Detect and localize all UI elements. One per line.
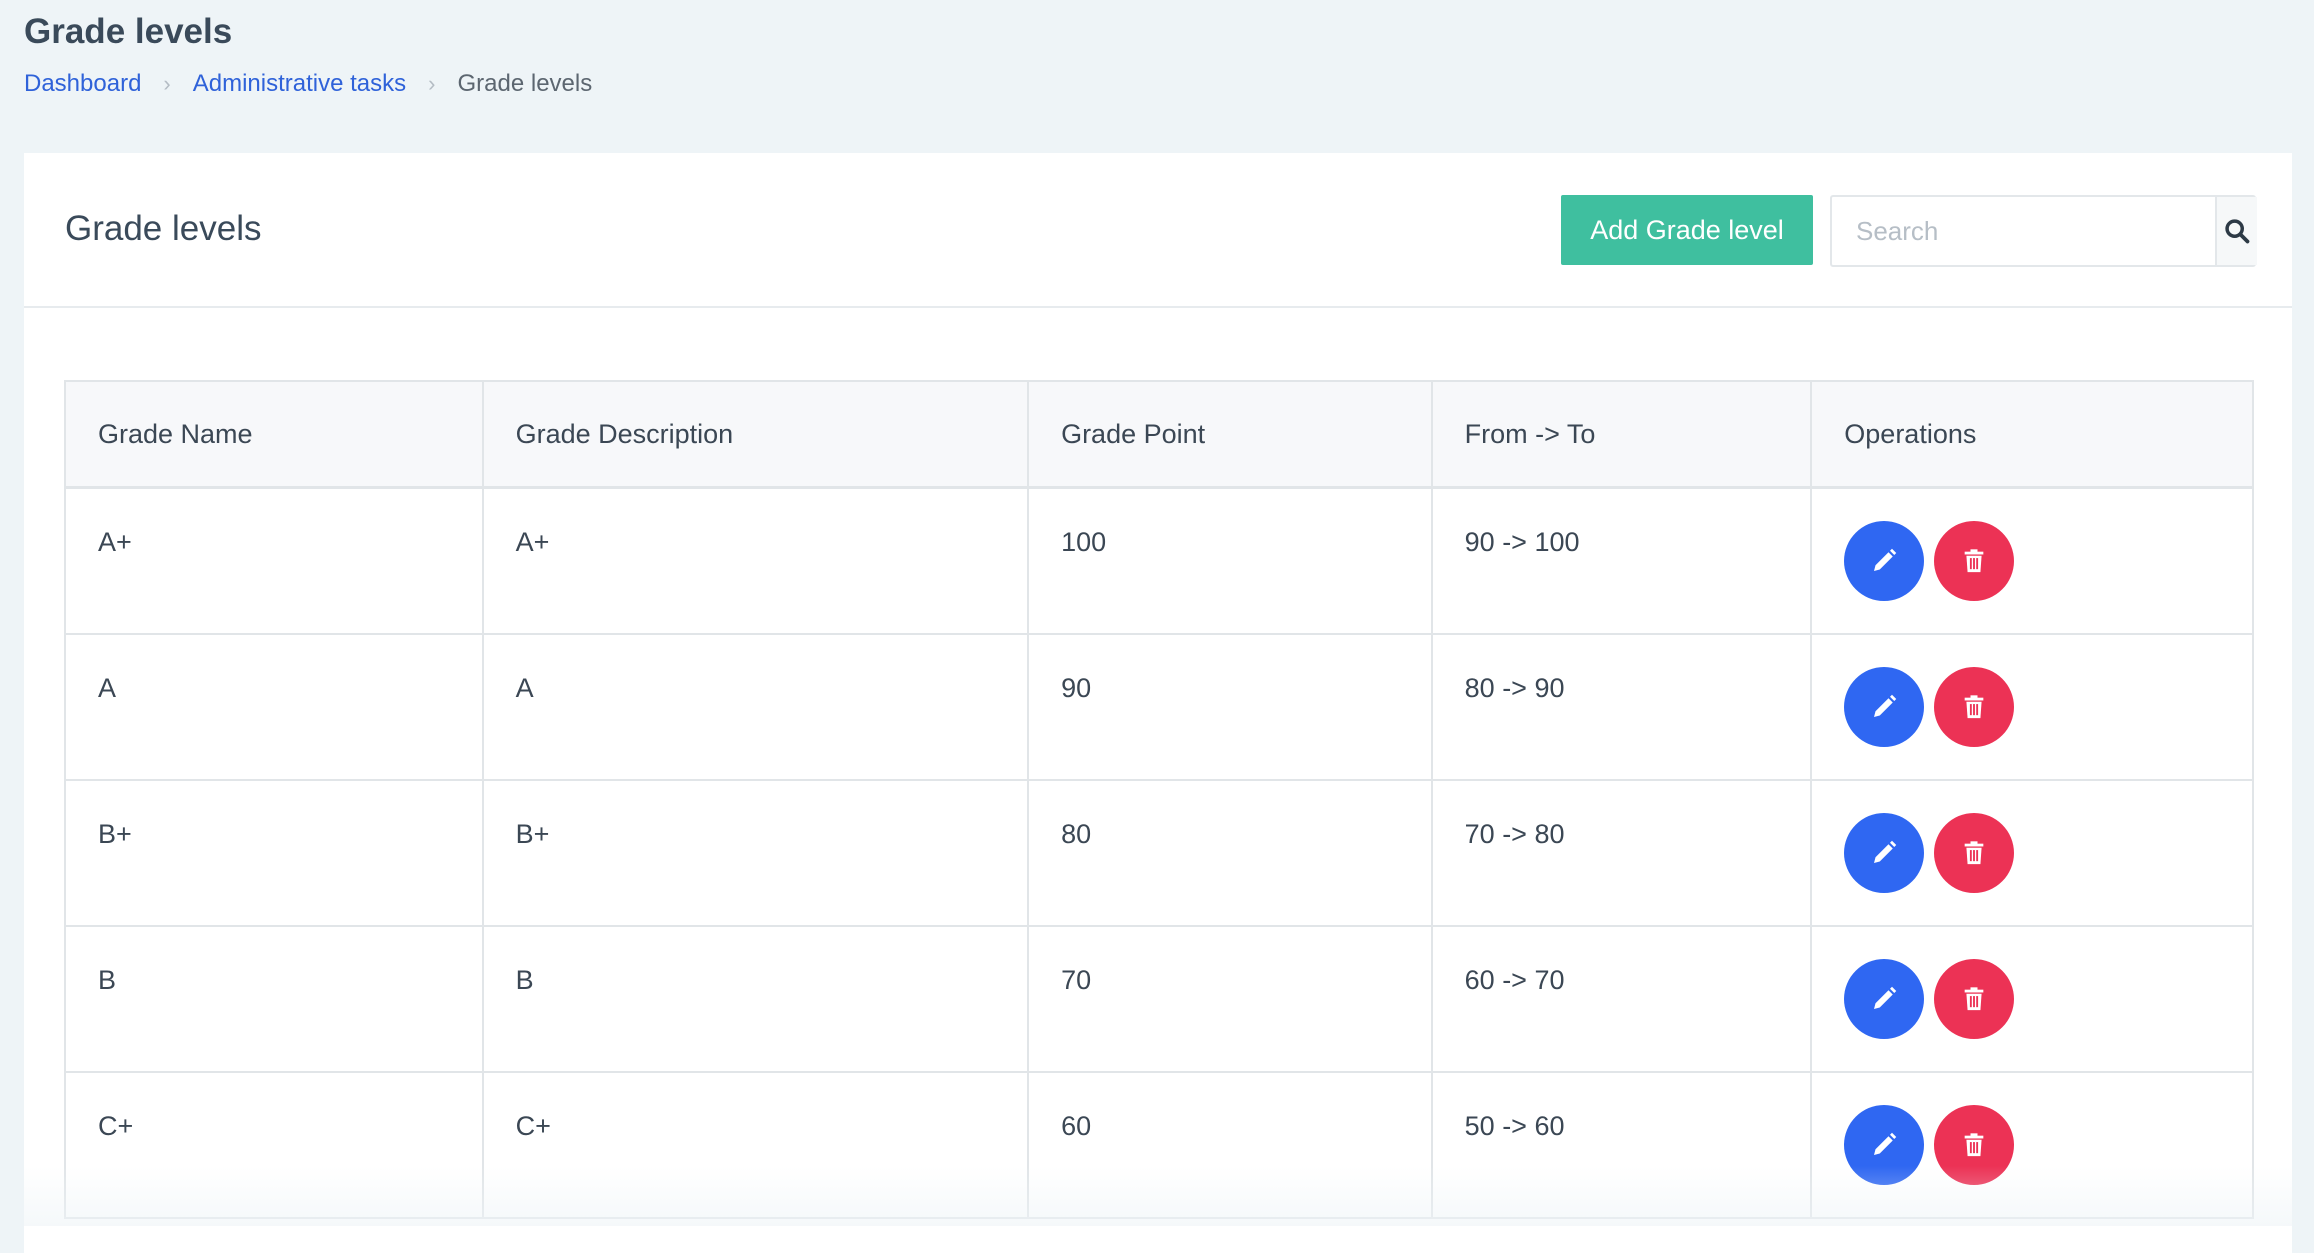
edit-button[interactable] bbox=[1844, 812, 1925, 893]
grade-point-cell: 100 bbox=[1027, 486, 1433, 635]
grade-name-cell: C+ bbox=[64, 1070, 484, 1219]
grade-point-cell: 60 bbox=[1027, 1070, 1433, 1219]
grade-name-cell: B+ bbox=[64, 778, 484, 927]
delete-button[interactable] bbox=[1934, 812, 2015, 893]
table-row: A+ A+ 100 90 -> 100 bbox=[64, 486, 2254, 635]
breadcrumb: Dashboard › Administrative tasks › Grade… bbox=[24, 70, 592, 98]
edit-button[interactable] bbox=[1844, 1104, 1925, 1185]
grade-description-cell: A bbox=[481, 632, 1030, 781]
grade-levels-card: Grade levels Add Grade level Grade Name … bbox=[24, 153, 2292, 1253]
column-header-grade-name[interactable]: Grade Name bbox=[64, 380, 484, 489]
operations-cell bbox=[1810, 924, 2254, 1073]
delete-button[interactable] bbox=[1934, 666, 2015, 747]
grade-description-cell: A+ bbox=[481, 486, 1030, 635]
table-row: C+ C+ 60 50 -> 60 bbox=[64, 1070, 2254, 1219]
grade-name-cell: A bbox=[64, 632, 484, 781]
pencil-icon bbox=[1874, 548, 1897, 571]
grade-range-cell: 80 -> 90 bbox=[1430, 632, 1813, 781]
chevron-right-icon: › bbox=[163, 71, 171, 96]
add-grade-level-button[interactable]: Add Grade level bbox=[1561, 195, 1813, 265]
edit-button[interactable] bbox=[1844, 521, 1925, 601]
edit-button[interactable] bbox=[1844, 666, 1925, 747]
trash-icon bbox=[1964, 694, 1984, 718]
delete-button[interactable] bbox=[1934, 1104, 2015, 1185]
trash-icon bbox=[1964, 986, 1984, 1010]
grade-range-cell: 50 -> 60 bbox=[1430, 1070, 1813, 1219]
breadcrumb-administrative-tasks[interactable]: Administrative tasks bbox=[193, 70, 406, 98]
trash-icon bbox=[1964, 840, 1984, 864]
grade-description-cell: C+ bbox=[481, 1070, 1030, 1219]
trash-icon bbox=[1964, 1132, 1984, 1156]
table-row: B B 70 60 -> 70 bbox=[64, 924, 2254, 1073]
chevron-right-icon: › bbox=[428, 71, 436, 96]
grade-point-cell: 80 bbox=[1027, 778, 1433, 927]
grade-name-cell: B bbox=[64, 924, 484, 1073]
operations-cell bbox=[1810, 778, 2254, 927]
column-header-grade-description[interactable]: Grade Description bbox=[481, 380, 1030, 489]
search-input[interactable] bbox=[1832, 197, 2215, 265]
grade-description-cell: B bbox=[481, 924, 1030, 1073]
grade-range-cell: 70 -> 80 bbox=[1430, 778, 1813, 927]
search-box bbox=[1830, 195, 2257, 267]
operations-cell bbox=[1810, 632, 2254, 781]
column-header-grade-point[interactable]: Grade Point bbox=[1027, 380, 1433, 489]
pencil-icon bbox=[1874, 840, 1897, 863]
grade-description-cell: B+ bbox=[481, 778, 1030, 927]
table-row: B+ B+ 80 70 -> 80 bbox=[64, 778, 2254, 927]
grade-levels-table: Grade Name Grade Description Grade Point… bbox=[64, 380, 2254, 1219]
breadcrumb-current: Grade levels bbox=[457, 70, 593, 97]
grade-range-cell: 90 -> 100 bbox=[1430, 486, 1813, 635]
grade-point-cell: 90 bbox=[1027, 632, 1433, 781]
column-header-operations: Operations bbox=[1810, 380, 2254, 489]
page-title: Grade levels bbox=[24, 12, 233, 51]
pencil-icon bbox=[1874, 986, 1897, 1009]
delete-button[interactable] bbox=[1934, 521, 2015, 601]
operations-cell bbox=[1810, 1070, 2254, 1219]
search-icon bbox=[2225, 219, 2250, 244]
grade-name-cell: A+ bbox=[64, 486, 484, 635]
card-title: Grade levels bbox=[65, 209, 262, 248]
search-button[interactable] bbox=[2215, 197, 2257, 265]
table-row: A A 90 80 -> 90 bbox=[64, 632, 2254, 781]
breadcrumb-dashboard[interactable]: Dashboard bbox=[24, 70, 141, 98]
grade-range-cell: 60 -> 70 bbox=[1430, 924, 1813, 1073]
column-header-from-to[interactable]: From -> To bbox=[1430, 380, 1813, 489]
delete-button[interactable] bbox=[1934, 958, 2015, 1039]
edit-button[interactable] bbox=[1844, 958, 1925, 1039]
table-header-row: Grade Name Grade Description Grade Point… bbox=[64, 380, 2254, 489]
operations-cell bbox=[1810, 486, 2254, 635]
pencil-icon bbox=[1874, 694, 1897, 717]
grade-point-cell: 70 bbox=[1027, 924, 1433, 1073]
card-header: Grade levels Add Grade level bbox=[24, 153, 2292, 308]
trash-icon bbox=[1964, 549, 1984, 573]
pencil-icon bbox=[1874, 1132, 1897, 1155]
